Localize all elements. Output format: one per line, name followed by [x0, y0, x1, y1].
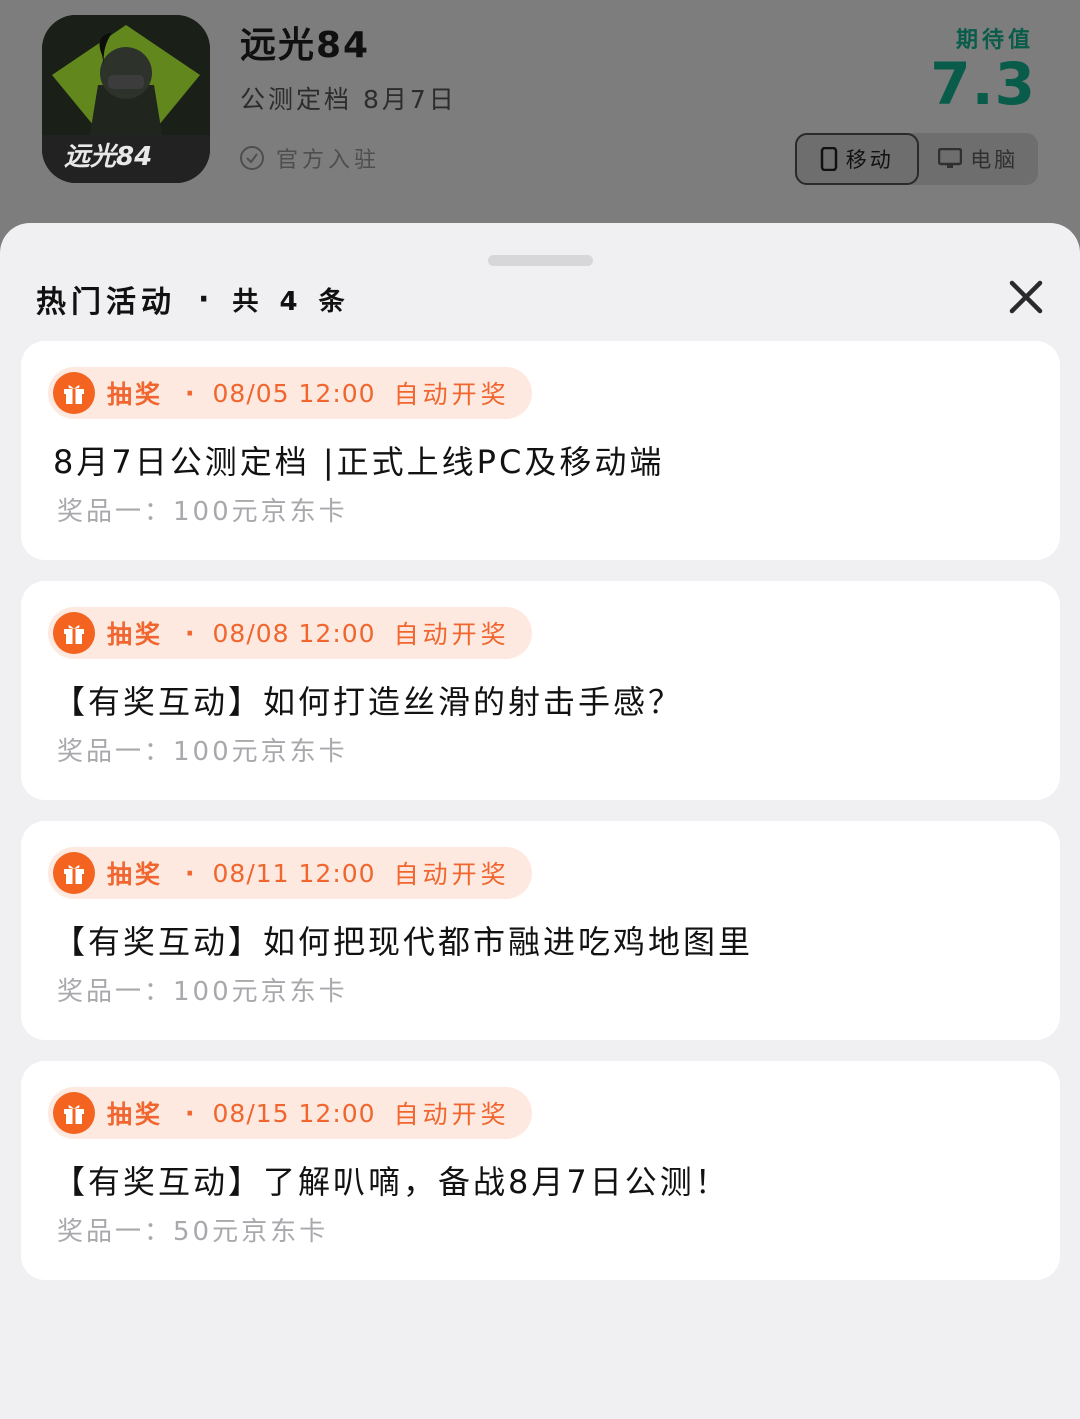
official-badge: 官方入驻 [240, 142, 380, 174]
activity-prize: 奖品一：100元京东卡 [57, 737, 348, 767]
app-header: 远光84 远光84 公测定档 8月7日 官方入驻 期待值 7.3 移动 电脑 [0, 0, 1080, 260]
gift-icon [53, 852, 95, 894]
gift-icon [53, 612, 95, 654]
platform-pc-label: 电脑 [970, 148, 1019, 172]
platform-toggle: 移动 电脑 [795, 133, 1038, 185]
activity-title: 【有奖互动】如何打造丝滑的射击手感？ [53, 683, 684, 721]
platform-pc-button[interactable]: 电脑 [919, 133, 1039, 185]
draw-time: 08/08 12:00 [212, 618, 376, 648]
draw-time: 08/11 12:00 [212, 858, 376, 888]
monitor-icon [938, 148, 963, 168]
draw-mode: 自动开奖 [393, 620, 510, 649]
activities-sheet: 热门活动 · 共 4 条 抽奖 · 08/05 12:00 自动开奖 8月7日公… [0, 223, 1080, 1419]
activity-card[interactable]: 抽奖 · 08/15 12:00 自动开奖 【有奖互动】了解叭嘀，备战8月7日公… [21, 1061, 1060, 1280]
expect-value: 7.3 [930, 50, 1036, 118]
activity-count: 共 4 条 [232, 286, 351, 317]
lottery-badge: 抽奖 · 08/15 12:00 自动开奖 [48, 1087, 532, 1139]
sheet-header: 热门活动 · 共 4 条 [36, 277, 351, 321]
badge-separator: · [185, 378, 195, 408]
draw-mode: 自动开奖 [393, 380, 510, 409]
draw-time: 08/05 12:00 [212, 378, 376, 408]
draw-mode: 自动开奖 [393, 1100, 510, 1129]
close-icon [1009, 280, 1043, 314]
draw-mode: 自动开奖 [393, 860, 510, 889]
activity-title: 【有奖互动】了解叭嘀，备战8月7日公测！ [53, 1163, 730, 1201]
badge-separator: · [185, 1098, 195, 1128]
official-label: 官方入驻 [276, 148, 381, 173]
svg-text:远光84: 远光84 [64, 142, 152, 172]
activity-title: 【有奖互动】如何把现代都市融进吃鸡地图里 [53, 923, 754, 961]
activity-prize: 奖品一：100元京东卡 [57, 977, 348, 1007]
lottery-badge: 抽奖 · 08/05 12:00 自动开奖 [48, 367, 532, 419]
platform-mobile-button[interactable]: 移动 [795, 133, 919, 185]
activity-prize: 奖品一：100元京东卡 [57, 497, 348, 527]
close-button[interactable] [1006, 277, 1046, 317]
sheet-title: 热门活动 [36, 285, 176, 320]
draw-time: 08/15 12:00 [212, 1098, 376, 1128]
activity-card[interactable]: 抽奖 · 08/08 12:00 自动开奖 【有奖互动】如何打造丝滑的射击手感？… [21, 581, 1060, 800]
lottery-badge: 抽奖 · 08/08 12:00 自动开奖 [48, 607, 532, 659]
phone-icon [820, 147, 837, 171]
lottery-badge: 抽奖 · 08/11 12:00 自动开奖 [48, 847, 532, 899]
badge-type: 抽奖 [107, 380, 164, 409]
activity-prize: 奖品一：50元京东卡 [57, 1217, 329, 1247]
app-title: 远光84 [240, 25, 371, 66]
activity-title: 8月7日公测定档 |正式上线PC及移动端 [53, 443, 665, 481]
activity-card[interactable]: 抽奖 · 08/05 12:00 自动开奖 8月7日公测定档 |正式上线PC及移… [21, 341, 1060, 560]
title-separator: · [198, 281, 215, 317]
gift-icon [53, 1092, 95, 1134]
badge-separator: · [185, 618, 195, 648]
platform-mobile-label: 移动 [845, 148, 894, 172]
check-circle-icon [240, 146, 264, 170]
badge-type: 抽奖 [107, 860, 164, 889]
app-icon: 远光84 [42, 15, 210, 183]
sheet-grabber[interactable] [488, 255, 593, 266]
badge-separator: · [185, 858, 195, 888]
badge-type: 抽奖 [107, 1100, 164, 1129]
activity-card[interactable]: 抽奖 · 08/11 12:00 自动开奖 【有奖互动】如何把现代都市融进吃鸡地… [21, 821, 1060, 1040]
app-subtitle: 公测定档 8月7日 [240, 85, 457, 114]
gift-icon [53, 372, 95, 414]
badge-type: 抽奖 [107, 620, 164, 649]
